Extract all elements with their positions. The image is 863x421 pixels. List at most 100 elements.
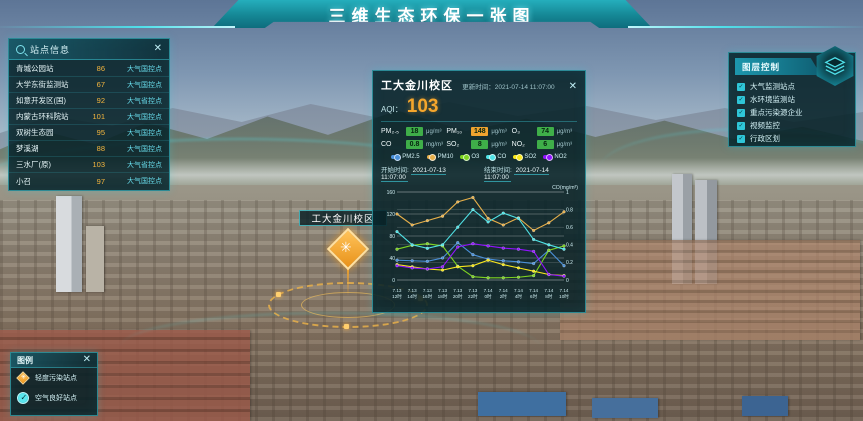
station-name: 小召 (16, 176, 83, 187)
svg-text:7.14: 7.14 (484, 288, 493, 293)
legend-chip[interactable]: PM2.5 (391, 154, 419, 160)
station-aqi-value: 95 (83, 128, 105, 137)
ring-dot (344, 324, 349, 329)
pollutant-cell: CO 0.8 mg/m³ (381, 140, 446, 149)
legend-chip-marker (513, 155, 522, 159)
station-aqi-value: 88 (83, 144, 105, 153)
warehouse-roof (478, 392, 566, 416)
svg-text:0时: 0时 (485, 293, 493, 299)
station-aqi-value: 67 (83, 80, 105, 89)
checkbox-checked-icon[interactable]: ✓ (737, 109, 745, 117)
checkbox-checked-icon[interactable]: ✓ (737, 96, 745, 104)
station-row[interactable]: 大学东街监测站 67 大气国控点 (9, 77, 169, 93)
svg-text:40: 40 (389, 256, 395, 262)
station-type-badge: 大气国控点 (110, 144, 162, 154)
legend-chip[interactable]: CO (486, 154, 506, 160)
pollutant-unit: μg/m³ (491, 129, 506, 135)
legend-chip-marker (486, 155, 495, 159)
legend-item-label: 空气良好站点 (35, 393, 77, 403)
pollutant-value-badge: 0.8 (406, 140, 423, 149)
search-icon[interactable] (16, 45, 25, 54)
station-row[interactable]: 双树生态园 95 大气国控点 (9, 125, 169, 141)
pollutant-value-badge: 148 (471, 127, 488, 136)
pollutant-name: PM₁₀ (446, 128, 468, 135)
station-aqi-value: 97 (83, 177, 105, 186)
svg-text:10时: 10时 (559, 293, 569, 299)
station-list-panel: 站点信息 ✕ 青城公园站 86 大气国控点 大学东街监测站 67 大气国控点 如… (8, 38, 170, 191)
svg-text:4时: 4时 (515, 293, 523, 299)
legend-chip-label: NO2 (554, 154, 566, 160)
page-title: 三维生态环保一张图 (329, 2, 536, 27)
pollutant-trend-chart: 0408012016000.20.40.60.81CO(mg/m³)7.1312… (381, 183, 577, 310)
pollutant-grid: PM₂.₅ 18 μg/m³ PM₁₀ 148 μg/m³ O₃ 74 μg/m… (381, 127, 577, 149)
station-name: 三水厂(原) (16, 159, 83, 170)
aqi-value: 103 (407, 96, 439, 118)
start-time-group: 开始时间: 2021-07-13 11:07:00 (381, 164, 474, 181)
svg-text:7.14: 7.14 (499, 288, 508, 293)
legend-item-list: 轻度污染站点 空气良好站点 (11, 368, 97, 408)
legend-chip-marker (391, 155, 400, 159)
station-name: 内蒙古环科院站 (16, 111, 83, 122)
layer-item[interactable]: ✓ 视频监控 (737, 119, 847, 132)
station-row[interactable]: 三水厂(原) 103 大气省控点 (9, 157, 169, 173)
svg-text:16时: 16时 (423, 293, 433, 299)
pollutant-name: O₃ (512, 128, 534, 135)
station-row[interactable]: 青城公园站 86 大气国控点 (9, 61, 169, 77)
station-row[interactable]: 小召 97 大气国控点 (9, 173, 169, 189)
pollutant-name: NO₂ (512, 141, 534, 148)
station-name: 双树生态园 (16, 127, 83, 138)
layer-panel-header: 图层控制 (735, 58, 821, 75)
layer-item[interactable]: ✓ 水环境监测站 (737, 93, 847, 106)
pollutant-name: CO (381, 141, 403, 148)
aqi-label: AQI： (381, 104, 403, 115)
svg-text:7.13: 7.13 (393, 288, 402, 293)
station-row[interactable]: 内蒙古环科院站 101 大气国控点 (9, 109, 169, 125)
legend-chip[interactable]: SO2 (513, 154, 536, 160)
layer-item-label: 水环境监测站 (750, 94, 795, 105)
station-type-badge: 大气国控点 (110, 64, 162, 74)
ring-dot (276, 292, 281, 297)
station-row[interactable]: 梦溪湖 88 大气国控点 (9, 141, 169, 157)
pollutant-cell: PM₁₀ 148 μg/m³ (446, 127, 511, 136)
checkbox-checked-icon[interactable]: ✓ (737, 135, 745, 143)
svg-text:CO(mg/m³): CO(mg/m³) (552, 185, 578, 191)
station-type-badge: 大气省控点 (110, 160, 162, 170)
svg-text:0.2: 0.2 (566, 260, 573, 266)
pollutant-name: SO₂ (446, 141, 468, 148)
close-icon[interactable]: ✕ (569, 82, 577, 92)
end-time-group: 结束时间: 2021-07-14 11:07:00 (484, 164, 577, 181)
legend-chip-label: O3 (471, 154, 479, 160)
station-type-badge: 大气国控点 (110, 112, 162, 122)
legend-chip[interactable]: O3 (460, 154, 479, 160)
legend-panel-header: 图例 ✕ (11, 353, 97, 368)
checkbox-checked-icon[interactable]: ✓ (737, 83, 745, 91)
popup-station-title: 工大金川校区 (381, 77, 453, 93)
legend-chip-marker (543, 155, 552, 159)
pollutant-unit: μg/m³ (426, 129, 441, 135)
pollutant-cell: SO₂ 8 μg/m³ (446, 140, 511, 149)
close-icon[interactable]: ✕ (154, 44, 162, 54)
pollutant-cell: O₃ 74 μg/m³ (512, 127, 577, 136)
legend-chip[interactable]: NO2 (543, 154, 566, 160)
svg-text:0.4: 0.4 (566, 243, 573, 249)
legend-item: 轻度污染站点 (17, 372, 91, 384)
station-detail-popup: 工大金川校区 更新时间：2021-07-14 11:07:00 ✕ AQI： 1… (372, 70, 586, 313)
svg-text:7.13: 7.13 (423, 288, 432, 293)
svg-text:0: 0 (566, 278, 569, 284)
station-row[interactable]: 如意开发区(国) 92 大气省控点 (9, 93, 169, 109)
station-type-badge: 大气国控点 (110, 128, 162, 138)
station-name: 大学东街监测站 (16, 79, 83, 90)
layer-item[interactable]: ✓ 重点污染源企业 (737, 106, 847, 119)
checkbox-checked-icon[interactable]: ✓ (737, 122, 745, 130)
svg-text:7.14: 7.14 (529, 288, 538, 293)
pollutant-cell: PM₂.₅ 18 μg/m³ (381, 127, 446, 136)
svg-text:12时: 12时 (392, 293, 402, 299)
close-icon[interactable]: ✕ (83, 355, 91, 365)
update-label: 更新时间： (462, 84, 495, 91)
map-legend-panel: 图例 ✕ 轻度污染站点 空气良好站点 (10, 352, 98, 416)
svg-text:80: 80 (389, 234, 395, 240)
svg-text:160: 160 (387, 190, 396, 196)
svg-text:8时: 8时 (545, 293, 553, 299)
legend-chip[interactable]: PM10 (427, 154, 454, 160)
layer-item[interactable]: ✓ 行政区划 (737, 132, 847, 145)
